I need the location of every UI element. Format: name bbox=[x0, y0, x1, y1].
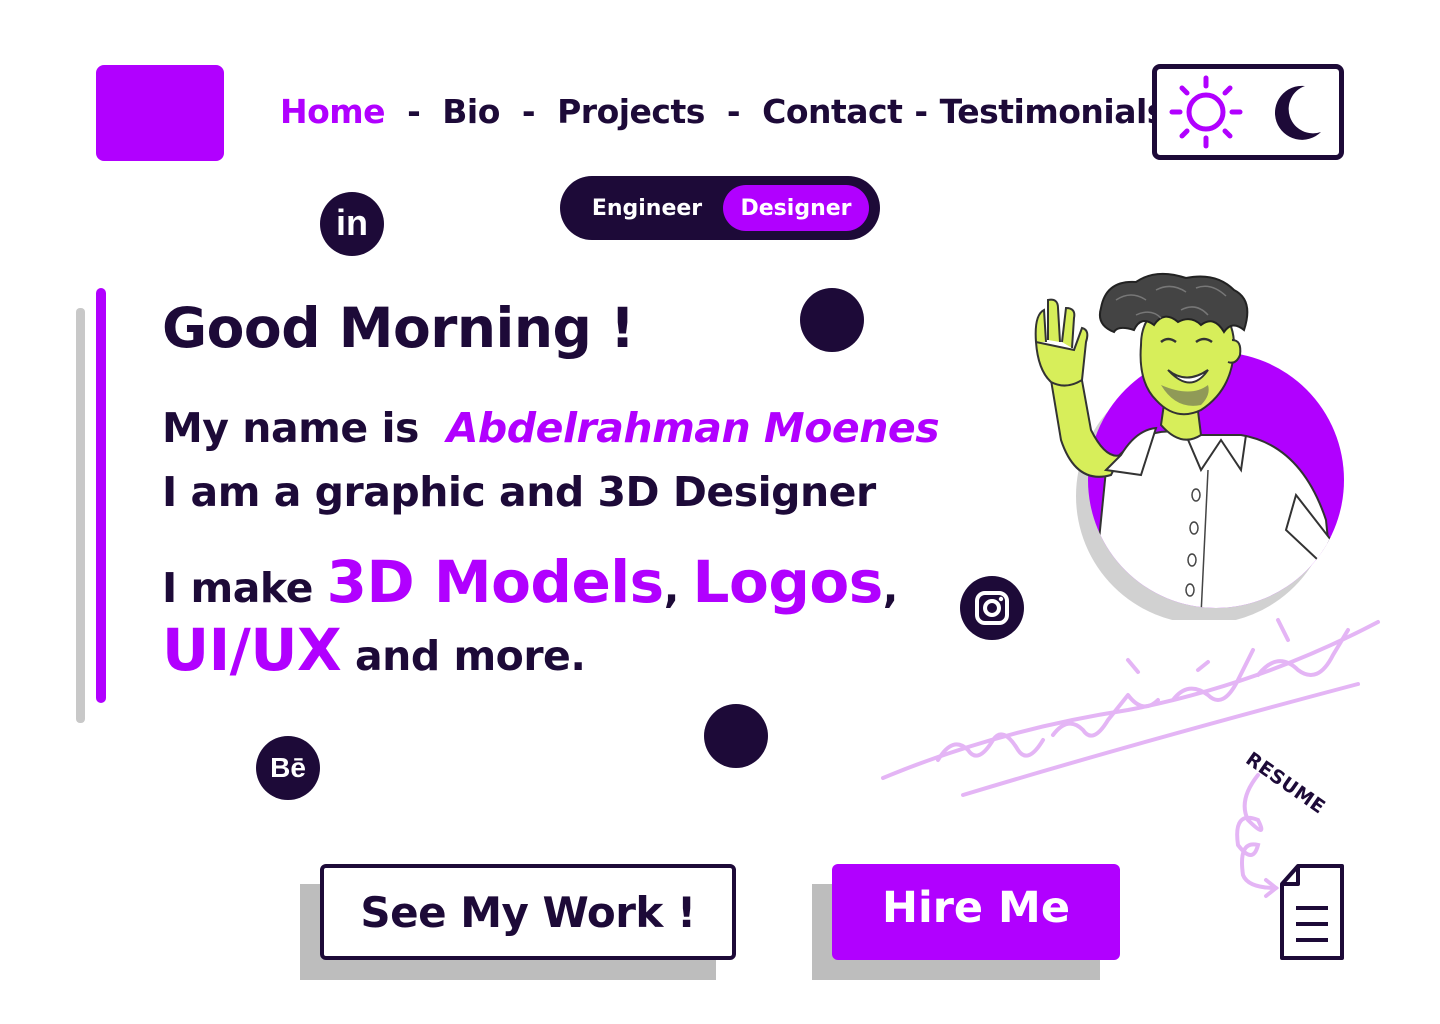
nav-separator: - bbox=[407, 91, 421, 131]
moon-icon[interactable] bbox=[1265, 80, 1329, 144]
accent-bar-shadow bbox=[76, 308, 85, 723]
role-designer[interactable]: Designer bbox=[723, 185, 869, 231]
nav-projects[interactable]: Projects bbox=[557, 92, 705, 131]
person-name: Abdelrahman Moenes bbox=[446, 404, 940, 452]
nav-home[interactable]: Home bbox=[280, 92, 386, 131]
skills-line: I make 3D Models, Logos, bbox=[162, 548, 898, 616]
decorative-dot bbox=[704, 704, 768, 768]
nav-separator: - bbox=[914, 91, 928, 131]
make-prefix: I make bbox=[162, 564, 313, 612]
skill-logos: Logos bbox=[692, 548, 884, 616]
behance-icon[interactable]: Bē bbox=[256, 736, 320, 800]
make-suffix: and more. bbox=[354, 632, 586, 680]
behance-label: Bē bbox=[270, 752, 306, 783]
linkedin-label: in bbox=[336, 202, 368, 243]
role-engineer[interactable]: Engineer bbox=[574, 185, 720, 231]
accent-bar bbox=[96, 288, 106, 703]
greeting-heading: Good Morning ! bbox=[162, 296, 635, 360]
theme-toggle[interactable] bbox=[1152, 64, 1344, 160]
nav-contact[interactable]: Contact bbox=[762, 92, 903, 131]
linkedin-icon[interactable]: in bbox=[320, 192, 384, 256]
intro-name-line: My name is Abdelrahman Moenes bbox=[162, 404, 940, 452]
intro-role-line: I am a graphic and 3D Designer bbox=[162, 468, 876, 516]
role-switch[interactable]: Engineer Designer bbox=[560, 176, 880, 240]
skill-3d-models: 3D Models bbox=[326, 548, 665, 616]
nav-separator: - bbox=[726, 91, 741, 131]
logo[interactable] bbox=[96, 65, 224, 161]
nav-separator: - bbox=[521, 91, 536, 131]
name-prefix: My name is bbox=[162, 404, 419, 452]
sun-icon[interactable] bbox=[1168, 74, 1244, 150]
skill-uiux: UI/UX bbox=[162, 616, 342, 684]
signature-image bbox=[881, 618, 1380, 797]
avatar-illustration bbox=[1034, 272, 1344, 620]
skills-line-2: UI/UX and more. bbox=[162, 616, 586, 684]
resume-document-icon[interactable] bbox=[1278, 862, 1346, 962]
nav-bio[interactable]: Bio bbox=[442, 92, 500, 131]
see-my-work-button[interactable]: See My Work ! bbox=[320, 864, 736, 960]
comma: , bbox=[663, 564, 680, 612]
nav-testimonials[interactable]: Testimonials bbox=[940, 92, 1167, 131]
main-nav: Home - Bio - Projects - Contact - Testim… bbox=[280, 86, 1166, 136]
decorative-dot bbox=[800, 288, 864, 352]
hire-me-button[interactable]: Hire Me bbox=[832, 864, 1120, 960]
